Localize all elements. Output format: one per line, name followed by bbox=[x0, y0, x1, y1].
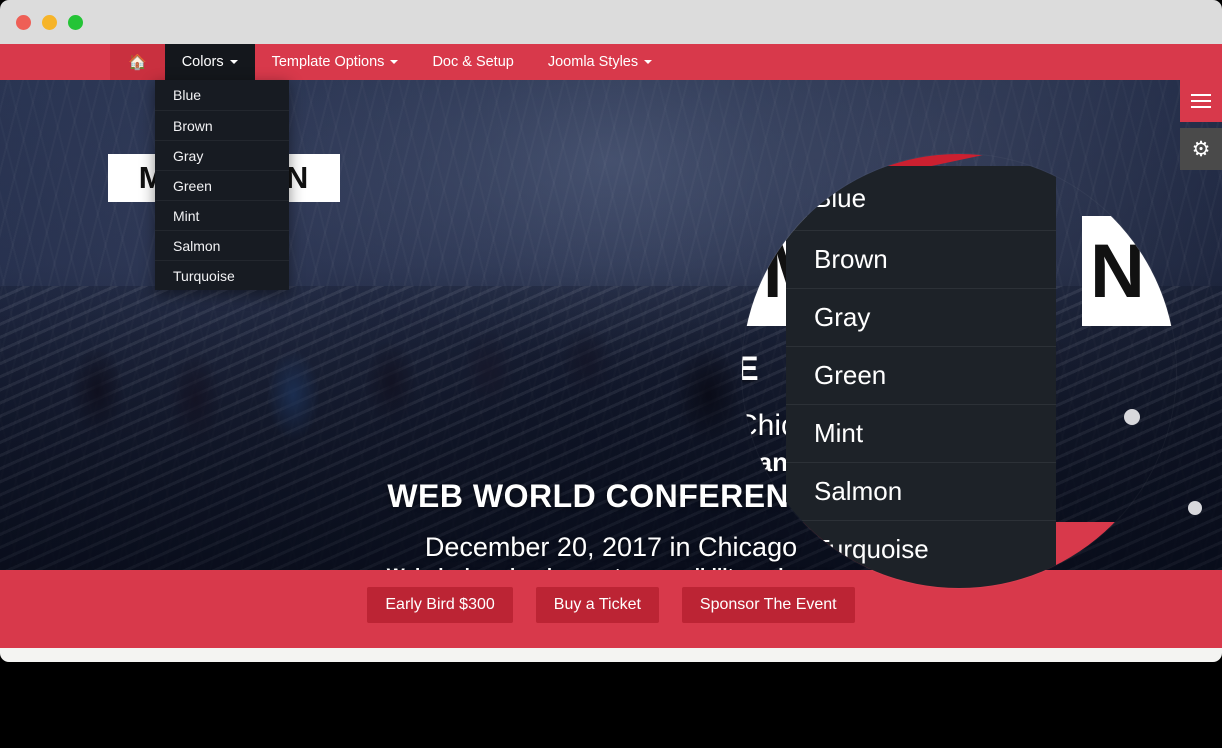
minimize-button[interactable] bbox=[42, 15, 57, 30]
magnified-menu-item-turquoise[interactable]: Turquoise bbox=[786, 520, 1056, 578]
nav-item-doc-setup-label: Doc & Setup bbox=[432, 54, 514, 70]
nav-item-colors[interactable]: Colors bbox=[164, 44, 255, 80]
gear-icon[interactable]: ⚙ bbox=[1180, 128, 1222, 170]
slider-indicator-dot[interactable] bbox=[1188, 501, 1202, 515]
home-icon[interactable]: 🏠 bbox=[110, 44, 165, 80]
menu-item-turquoise[interactable]: Turquoise bbox=[155, 260, 289, 290]
menu-item-gray[interactable]: Gray bbox=[155, 140, 289, 170]
nav-item-template-options-label: Template Options bbox=[271, 54, 385, 70]
magnified-menu-item-brown[interactable]: Brown bbox=[786, 230, 1056, 288]
menu-item-salmon[interactable]: Salmon bbox=[155, 230, 289, 260]
menu-item-blue[interactable]: Blue bbox=[155, 80, 289, 110]
sponsor-event-button[interactable]: Sponsor The Event bbox=[681, 587, 855, 623]
window-bottom-edge bbox=[0, 648, 1222, 662]
main-navbar: 🏠 Colors Template Options Doc & Setup Jo… bbox=[0, 44, 1222, 80]
magnified-menu-item-gray[interactable]: Gray bbox=[786, 288, 1056, 346]
close-button[interactable] bbox=[16, 15, 31, 30]
window-titlebar bbox=[0, 0, 1222, 44]
colors-dropdown-menu: Blue Brown Gray Green Mint Salmon Turquo… bbox=[155, 80, 289, 290]
magnified-menu-item-salmon[interactable]: Salmon bbox=[786, 462, 1056, 520]
magnified-slider-dot bbox=[1124, 409, 1140, 425]
nav-item-doc-setup[interactable]: Doc & Setup bbox=[415, 44, 530, 80]
magnifier-lens: M N E Chic y and Sponsor The Event Blue … bbox=[742, 154, 1176, 588]
chevron-down-icon bbox=[390, 60, 399, 64]
early-bird-button[interactable]: Early Bird $300 bbox=[367, 587, 513, 623]
browser-window: MEGAMAN WEB WORLD CONFERENCE December 20… bbox=[0, 0, 1222, 748]
magnified-colors-menu: Blue Brown Gray Green Mint Salmon Turquo… bbox=[786, 166, 1056, 588]
hamburger-menu-icon[interactable] bbox=[1180, 80, 1222, 122]
nav-item-joomla-styles-label: Joomla Styles bbox=[547, 54, 639, 70]
magnified-logo-right: N bbox=[1082, 216, 1176, 326]
menu-item-mint[interactable]: Mint bbox=[155, 200, 289, 230]
magnifier-content: M N E Chic y and Sponsor The Event Blue … bbox=[742, 154, 1176, 588]
magnified-menu-item-blue[interactable]: Blue bbox=[786, 166, 1056, 230]
page-viewport: MEGAMAN WEB WORLD CONFERENCE December 20… bbox=[0, 44, 1222, 648]
zoom-button[interactable] bbox=[68, 15, 83, 30]
buy-ticket-button[interactable]: Buy a Ticket bbox=[535, 587, 659, 623]
nav-item-joomla-styles[interactable]: Joomla Styles bbox=[531, 44, 669, 80]
cta-button-group: Early Bird $300 Buy a Ticket Sponsor The… bbox=[0, 587, 1222, 623]
magnified-menu-item-green[interactable]: Green bbox=[786, 346, 1056, 404]
navbar-items: 🏠 Colors Template Options Doc & Setup Jo… bbox=[110, 44, 669, 80]
magnified-menu-item-mint[interactable]: Mint bbox=[786, 404, 1056, 462]
menu-item-green[interactable]: Green bbox=[155, 170, 289, 200]
nav-item-template-options[interactable]: Template Options bbox=[255, 44, 416, 80]
chevron-down-icon bbox=[229, 60, 238, 64]
nav-item-colors-label: Colors bbox=[181, 54, 224, 70]
chevron-down-icon bbox=[644, 60, 653, 64]
menu-item-brown[interactable]: Brown bbox=[155, 110, 289, 140]
